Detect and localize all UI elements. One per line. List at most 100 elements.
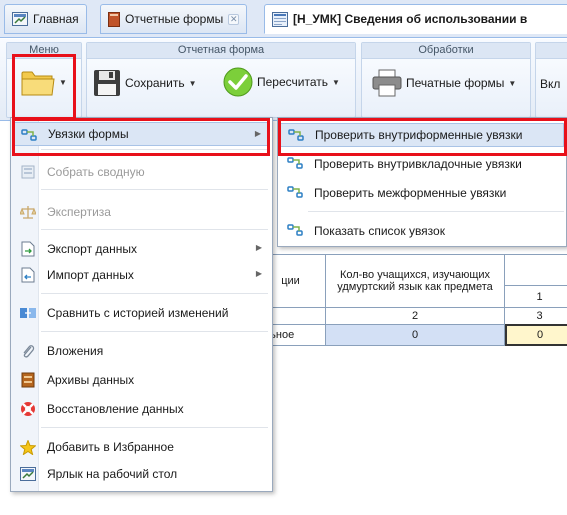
- chevron-down-icon: ▼: [188, 78, 197, 88]
- menu-separator: [41, 149, 268, 150]
- reports-icon: [108, 11, 120, 27]
- chevron-right-icon: ▶: [254, 129, 261, 138]
- ribbon-group-cut-title: [536, 43, 567, 59]
- menu-item-import-data[interactable]: Импорт данных ▶: [13, 263, 270, 287]
- link-icon: [288, 128, 304, 144]
- menu-item-label: Добавить в Избранное: [47, 440, 174, 454]
- menu-item-desktop-shortcut[interactable]: Ярлык на рабочий стол: [13, 462, 270, 486]
- chevron-down-icon: ▼: [508, 78, 517, 88]
- form-icon: [272, 11, 288, 27]
- link-icon: [287, 223, 303, 239]
- menu-separator: [41, 229, 268, 230]
- menu-item-collect-summary[interactable]: Собрать сводную: [13, 160, 270, 184]
- save-button-label: Сохранить: [125, 76, 185, 90]
- grid-column-number: 1: [505, 285, 567, 308]
- grid-row-number: 3: [505, 307, 567, 325]
- ribbon-group-processing: Обработки Печатные формы ▼: [361, 42, 531, 118]
- import-icon: [20, 267, 36, 283]
- menu-item-expertise[interactable]: Экспертиза: [13, 200, 270, 224]
- chevron-right-icon: ▶: [255, 269, 262, 278]
- paperclip-icon: [20, 343, 36, 359]
- link-icon: [287, 156, 303, 172]
- submenu-item-label: Проверить внутриформенные увязки: [315, 128, 523, 142]
- scales-icon: [20, 204, 36, 220]
- menu-item-export-data[interactable]: Экспорт данных ▶: [13, 237, 270, 261]
- submenu-item-check-interform-links[interactable]: Проверить межформенные увязки: [280, 181, 564, 205]
- chevron-down-icon: ▼: [332, 77, 340, 87]
- menu-item-label: Вложения: [47, 344, 104, 358]
- submenu-item-show-links-list[interactable]: Показать список увязок: [280, 219, 564, 243]
- submenu-separator: [308, 211, 564, 212]
- menu-item-attachments[interactable]: Вложения: [13, 339, 270, 363]
- menu-item-label: Восстановление данных: [47, 402, 184, 416]
- floppy-disk-icon: [93, 69, 121, 97]
- recalculate-button-label: Пересчитать: [257, 75, 328, 89]
- tab-form[interactable]: [Н_УМК] Сведения об использовании в: [264, 4, 567, 34]
- submenu-item-label: Показать список увязок: [314, 224, 445, 238]
- printer-icon: [372, 69, 402, 97]
- grid-column-header: Кол-во учащихся, изучающих удмуртский яз…: [325, 254, 505, 308]
- export-icon: [20, 241, 36, 257]
- ribbon-toolbar: Меню ▼ Отчетная форма Сохранить ▼ Пересч…: [0, 39, 567, 121]
- grid-column-header-empty: [505, 254, 567, 286]
- ribbon-group-report-form: Отчетная форма Сохранить ▼ Пересчитать ▼: [86, 42, 356, 118]
- menu-item-label: Сравнить с историей изменений: [47, 306, 229, 320]
- tab-form-label: [Н_УМК] Сведения об использовании в: [293, 12, 528, 26]
- submenu-item-label: Проверить межформенные увязки: [314, 186, 507, 200]
- checkmark-icon: [223, 67, 253, 97]
- grid-value-cell[interactable]: 0: [325, 324, 505, 346]
- lifebuoy-icon: [20, 401, 36, 417]
- menu-item-data-recovery[interactable]: Восстановление данных: [13, 397, 270, 421]
- menu-item-label: Собрать сводную: [47, 165, 145, 179]
- menu-item-label: Импорт данных: [47, 268, 134, 282]
- link-icon: [287, 185, 303, 201]
- tab-home[interactable]: Главная: [4, 4, 87, 34]
- submenu-item-check-intratab-links[interactable]: Проверить внутривкладочные увязки: [280, 152, 564, 176]
- submenu-item-label: Проверить внутривкладочные увязки: [314, 157, 522, 171]
- ribbon-group-processing-title: Обработки: [362, 43, 530, 59]
- form-links-submenu: Проверить внутриформенные увязки Провери…: [277, 117, 567, 247]
- menu-item-form-links[interactable]: Увязки формы ▶: [13, 122, 270, 146]
- ribbon-group-menu: Меню ▼: [6, 42, 82, 118]
- menu-separator: [41, 427, 268, 428]
- ribbon-group-cut: Вкл: [535, 42, 567, 118]
- shortcut-icon: [20, 466, 36, 482]
- tab-reports-label: Отчетные формы: [125, 12, 224, 26]
- tab-home-label: Главная: [33, 12, 79, 26]
- print-forms-button[interactable]: Печатные формы ▼: [372, 69, 516, 97]
- collect-icon: [20, 164, 36, 180]
- menu-separator: [41, 189, 268, 190]
- menu-item-add-favorites[interactable]: Добавить в Избранное: [13, 435, 270, 459]
- star-icon: [20, 439, 36, 455]
- menu-item-label: Архивы данных: [47, 373, 135, 387]
- grid-value-cell-selected[interactable]: 0: [505, 324, 567, 346]
- recalculate-button[interactable]: Пересчитать ▼: [223, 67, 340, 97]
- menu-item-data-archives[interactable]: Архивы данных: [13, 368, 270, 392]
- submenu-item-check-intraform-links[interactable]: Проверить внутриформенные увязки: [280, 123, 564, 147]
- menu-item-label: Увязки формы: [48, 127, 129, 141]
- folder-icon: [21, 67, 55, 97]
- print-forms-button-label: Печатные формы: [406, 76, 505, 90]
- ribbon-group-report-form-title: Отчетная форма: [87, 43, 355, 59]
- tab-reports[interactable]: Отчетные формы ✕: [100, 4, 248, 34]
- grid-row-number: 2: [325, 307, 505, 325]
- tab-bar: Главная Отчетные формы ✕ [Н_УМК] Сведени…: [0, 0, 567, 38]
- compare-icon: [20, 305, 36, 321]
- home-icon: [12, 12, 28, 26]
- chevron-down-icon: ▼: [59, 77, 67, 87]
- menu-item-label: Экспорт данных: [47, 242, 137, 256]
- link-icon: [21, 127, 37, 143]
- archive-icon: [20, 372, 36, 388]
- menu-item-label: Экспертиза: [47, 205, 111, 219]
- close-icon[interactable]: ✕: [228, 13, 240, 25]
- menu-item-compare-history[interactable]: Сравнить с историей изменений: [13, 301, 270, 325]
- chevron-right-icon: ▶: [255, 243, 262, 252]
- include-button-label: Вкл: [540, 77, 561, 91]
- menu-separator: [41, 331, 268, 332]
- main-menu-dropdown: Увязки формы ▶ Собрать сводную Экспертиз…: [10, 117, 273, 492]
- save-button[interactable]: Сохранить ▼: [93, 69, 197, 97]
- ribbon-group-menu-title: Меню: [7, 43, 81, 59]
- menu-button[interactable]: ▼: [21, 67, 67, 97]
- menu-item-label: Ярлык на рабочий стол: [47, 467, 178, 481]
- include-button[interactable]: Вкл: [540, 77, 560, 91]
